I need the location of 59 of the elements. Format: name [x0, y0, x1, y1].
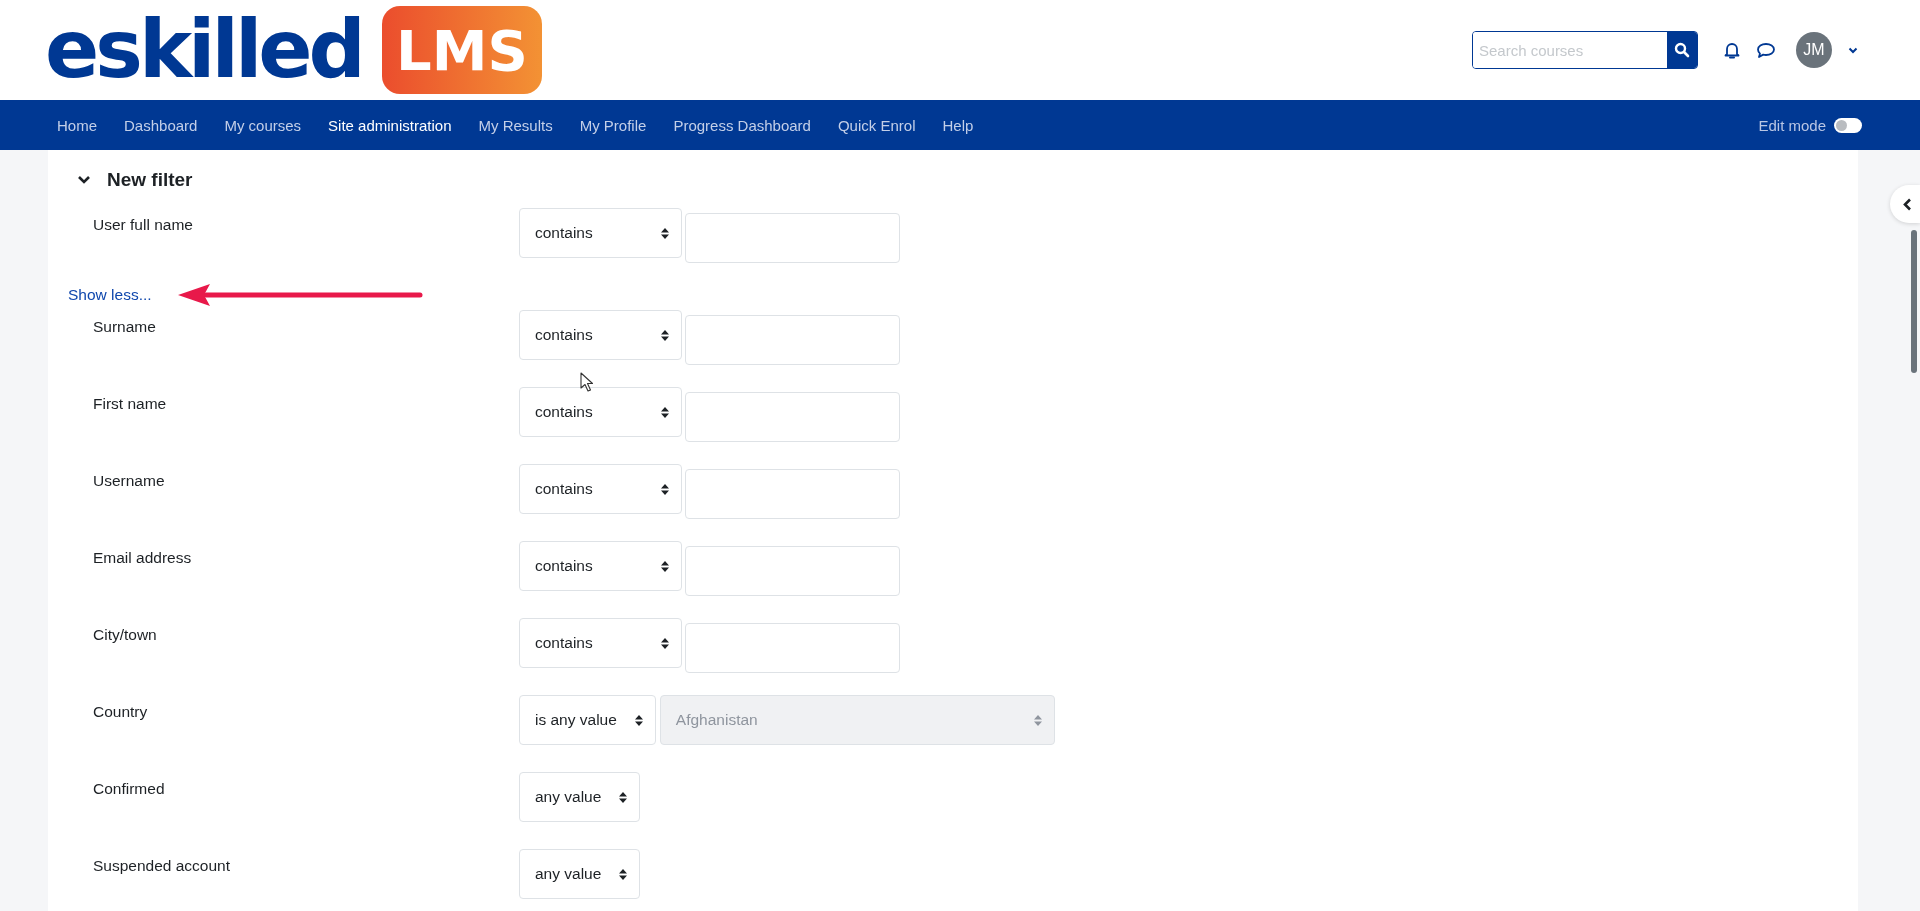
value-input[interactable] — [685, 546, 900, 596]
value-select[interactable]: any value — [519, 849, 641, 899]
chevron-down-icon[interactable] — [77, 175, 91, 185]
nav-link[interactable]: My Results — [478, 116, 553, 134]
sort-arrows-icon — [634, 714, 643, 726]
chevron-left-icon — [1902, 197, 1912, 211]
sort-arrows-icon — [619, 791, 628, 803]
nav-link[interactable]: My Profile — [579, 116, 647, 134]
field-label: Suspended account — [93, 856, 232, 875]
section-title: New filter — [107, 169, 193, 191]
sort-arrows-icon — [661, 637, 669, 649]
value-input[interactable] — [685, 392, 900, 442]
field-label: Email address — [93, 548, 193, 567]
field-label: Country — [93, 702, 149, 721]
value-input[interactable] — [685, 213, 900, 263]
sort-arrows-icon — [661, 483, 669, 495]
field-label: City/town — [93, 625, 158, 644]
operator-select[interactable]: contains — [519, 310, 682, 360]
drawer-toggle-button[interactable] — [1890, 185, 1920, 223]
value-select[interactable]: any value — [519, 772, 641, 822]
sort-arrows-icon — [661, 329, 669, 341]
search-field[interactable]: Search courses — [1472, 31, 1698, 69]
search-button[interactable] — [1667, 32, 1697, 68]
nav-link[interactable]: Progress Dashboard — [673, 116, 811, 134]
sort-arrows-icon — [619, 868, 628, 880]
mouse-pointer-icon — [580, 372, 594, 392]
scrollbar-thumb[interactable] — [1911, 230, 1917, 373]
nav-link[interactable]: Dashboard — [124, 116, 198, 134]
value-input[interactable] — [685, 315, 900, 365]
nav-link[interactable]: My courses — [224, 116, 302, 134]
operator-select[interactable]: contains — [519, 618, 682, 668]
value-input[interactable] — [685, 469, 900, 519]
nav-link[interactable]: Quick Enrol — [837, 116, 916, 134]
logo-wordmark[interactable]: eskilled — [45, 10, 362, 90]
field-label: User full name — [93, 215, 194, 234]
field-label: Confirmed — [93, 779, 166, 798]
sort-arrows-icon — [1033, 714, 1042, 726]
value-input[interactable] — [685, 623, 900, 673]
operator-select[interactable]: contains — [519, 541, 682, 591]
field-label: First name — [93, 394, 168, 413]
nav-link[interactable]: Help — [942, 116, 974, 134]
edit-mode-label: Edit mode — [1758, 116, 1826, 134]
edit-mode-toggle[interactable] — [1834, 117, 1862, 133]
operator-select[interactable]: contains — [519, 464, 682, 514]
nav-link[interactable]: Home — [57, 116, 97, 134]
operator-select[interactable]: contains — [519, 208, 682, 258]
search-icon — [1674, 42, 1690, 58]
chat-bubble-icon[interactable] — [1756, 41, 1776, 59]
bell-icon[interactable] — [1724, 41, 1740, 59]
operator-select[interactable]: contains — [519, 387, 682, 437]
caret-down-icon[interactable] — [1848, 46, 1858, 54]
sort-arrows-icon — [661, 560, 669, 572]
sort-arrows-icon — [661, 227, 669, 239]
show-less-link[interactable]: Show less... — [68, 283, 152, 307]
nav-link[interactable]: Site administration — [328, 116, 452, 134]
sort-arrows-icon — [661, 406, 669, 418]
field-label: Surname — [93, 317, 157, 336]
user-avatar[interactable]: JM — [1796, 32, 1832, 68]
field-label: Username — [93, 471, 166, 490]
